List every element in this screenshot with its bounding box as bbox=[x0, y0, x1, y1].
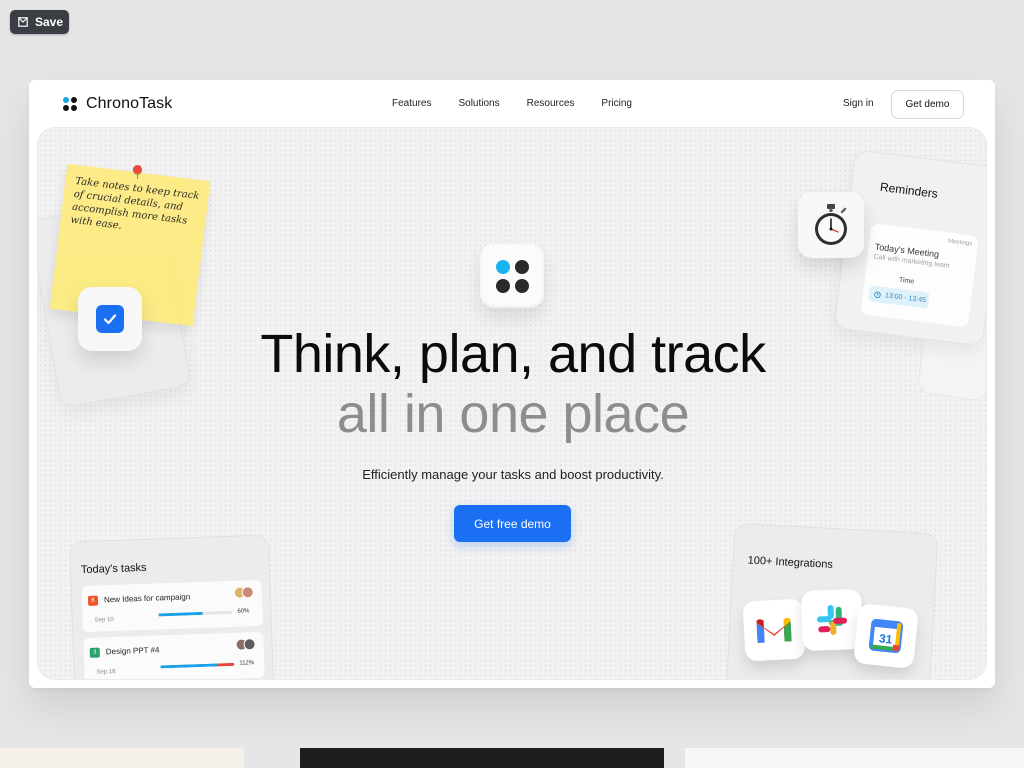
reminder-time: 13:00 - 13:45 bbox=[884, 291, 927, 304]
clock-icon bbox=[874, 291, 881, 298]
website-preview: ChronoTask Features Solutions Resources … bbox=[29, 80, 995, 688]
bookmark-icon bbox=[18, 17, 28, 27]
nav-link-features[interactable]: Features bbox=[392, 98, 431, 109]
task-date: Sep 10 bbox=[94, 617, 114, 624]
reminder-time-label: Time bbox=[898, 276, 915, 286]
svg-text:31: 31 bbox=[878, 631, 893, 646]
task-percent: 60% bbox=[237, 608, 250, 615]
nav-links: Features Solutions Resources Pricing bbox=[392, 98, 632, 109]
task-percent: 112% bbox=[239, 660, 255, 667]
reminder-time-chip: 13:00 - 13:45 bbox=[868, 285, 930, 309]
task-item: 8 New Ideas for campaign Sep 10 60% bbox=[81, 579, 263, 633]
hero-section: Take notes to keep track of crucial deta… bbox=[37, 127, 987, 680]
task-name: New Ideas for campaign bbox=[103, 592, 191, 605]
task-badge: 8 bbox=[87, 595, 99, 606]
reminder-item: Meetings Today's Meeting Call with marke… bbox=[860, 223, 979, 328]
task-item: 3 Design PPT #4 Sep 18 112% bbox=[83, 631, 265, 679]
thumbnail[interactable] bbox=[0, 748, 244, 768]
hero-subheadline: all in one place bbox=[336, 384, 690, 444]
nav-link-solutions[interactable]: Solutions bbox=[458, 98, 499, 109]
sticky-note-text: Take notes to keep track of crucial deta… bbox=[69, 175, 200, 232]
reminders-title: Reminders bbox=[879, 179, 939, 201]
google-calendar-icon: 31 bbox=[868, 618, 904, 654]
tasks-title: Today's tasks bbox=[80, 561, 147, 577]
app-icon bbox=[480, 244, 544, 308]
task-badge: 3 bbox=[89, 647, 100, 658]
logo-icon bbox=[63, 97, 77, 111]
get-demo-button[interactable]: Get demo bbox=[891, 90, 964, 119]
save-label: Save bbox=[35, 15, 64, 29]
brand-name: ChronoTask bbox=[86, 95, 173, 112]
task-name: Design PPT #4 bbox=[105, 645, 160, 657]
thumbnail[interactable] bbox=[300, 748, 664, 768]
stopwatch-tile bbox=[798, 192, 864, 258]
slack-icon bbox=[816, 605, 848, 635]
calendar-tile: 31 bbox=[853, 603, 919, 669]
pin-icon bbox=[133, 165, 142, 179]
navbar: ChronoTask Features Solutions Resources … bbox=[29, 80, 995, 128]
task-progress-bar bbox=[158, 610, 233, 617]
task-progress-bar bbox=[160, 662, 235, 669]
thumbnail[interactable] bbox=[685, 748, 1024, 768]
nav-link-resources[interactable]: Resources bbox=[527, 98, 575, 109]
get-free-demo-button[interactable]: Get free demo bbox=[454, 505, 571, 542]
task-progress-fill bbox=[158, 611, 203, 617]
gmail-tile bbox=[742, 598, 806, 662]
nav-link-pricing[interactable]: Pricing bbox=[601, 98, 632, 109]
todays-tasks-card: Today's tasks 8 New Ideas for campaign S… bbox=[68, 534, 276, 679]
hero-tagline: Efficiently manage your tasks and boost … bbox=[362, 467, 664, 482]
task-date: Sep 18 bbox=[96, 668, 116, 676]
task-progress-fill bbox=[160, 662, 235, 669]
slack-tile bbox=[800, 588, 864, 652]
avatar-group bbox=[233, 586, 256, 599]
hero-headline: Think, plan, and track bbox=[260, 324, 766, 384]
stopwatch-icon bbox=[815, 204, 847, 245]
avatar-group bbox=[235, 638, 257, 651]
sign-in-link[interactable]: Sign in bbox=[843, 98, 874, 109]
gmail-icon bbox=[756, 617, 792, 643]
integrations-title: 100+ Integrations bbox=[747, 554, 834, 571]
logo[interactable]: ChronoTask bbox=[63, 95, 172, 113]
reminder-tag: Meetings bbox=[947, 238, 973, 248]
save-button[interactable]: Save bbox=[10, 10, 69, 34]
